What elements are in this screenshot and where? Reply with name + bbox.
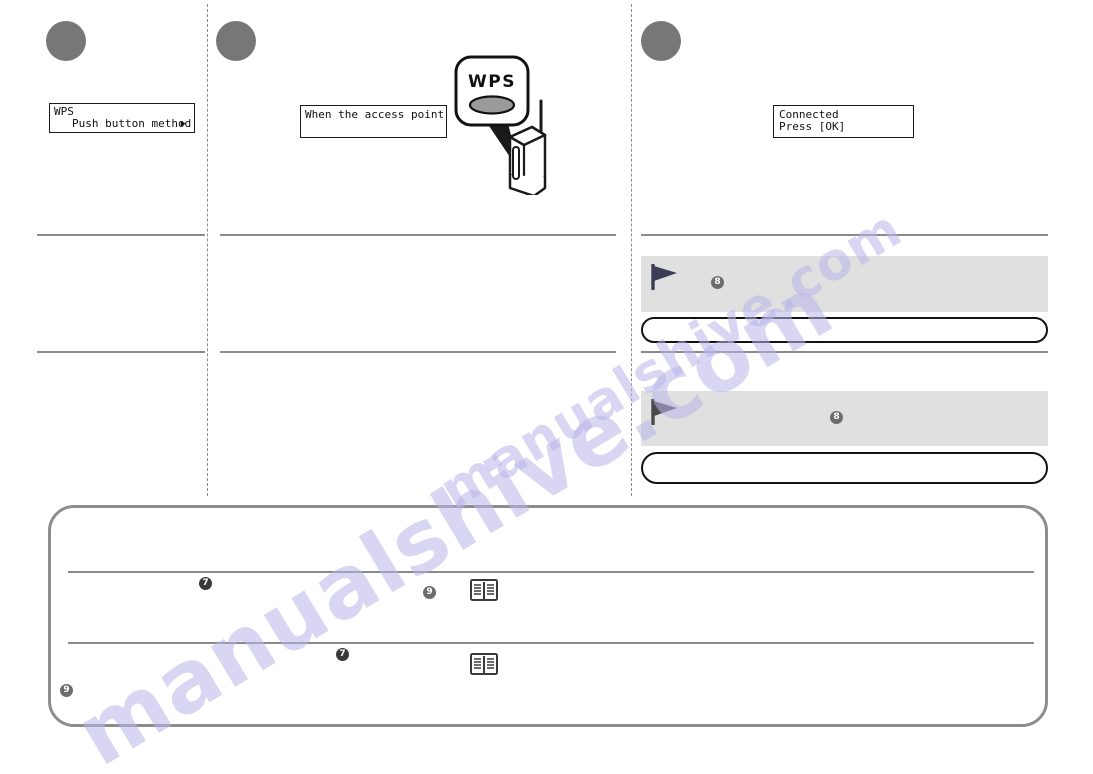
book-icon (470, 579, 498, 601)
lcd-access-point-line1: When the access point is r (305, 108, 446, 121)
lcd-access-point-note: When the access point is r (300, 105, 447, 138)
lcd-wps-menu-line2: Push button method (72, 117, 192, 131)
column-1-rule-bottom (37, 351, 205, 353)
note-bar-2: 8 (641, 391, 1048, 446)
manual-page: WPS Push button method ▶ When the access… (0, 0, 1093, 774)
lcd-connected: Connected Press [OK] (773, 105, 914, 138)
column-divider-1 (207, 4, 208, 496)
lcd-wps-menu-line2-row: Push button method ▶ (54, 118, 194, 130)
step-marker-circle-2 (216, 21, 256, 61)
pill-box-2 (641, 452, 1048, 484)
note-bar-1: 8 (641, 256, 1048, 312)
book-icon (470, 653, 498, 675)
reference-box-rule-2 (68, 642, 1034, 644)
flag-icon (651, 264, 677, 290)
pill-box-1 (641, 317, 1048, 343)
reference-box: 7 9 7 9 (48, 505, 1048, 727)
wps-router-illustration: WPS (450, 55, 550, 198)
reference-row-1-marker-9: 9 (423, 586, 436, 599)
reference-row-2-marker-7: 7 (336, 648, 349, 661)
lcd-wps-menu: WPS Push button method ▶ (49, 103, 195, 133)
reference-box-rule-1 (68, 571, 1034, 573)
column-3-rule-top (641, 234, 1048, 236)
step-marker-circle-1 (46, 21, 86, 61)
column-divider-2 (631, 4, 632, 496)
column-1-rule-top (37, 234, 205, 236)
flag-icon (651, 399, 677, 425)
column-3-rule-middle (641, 351, 1048, 353)
note-bar-1-marker: 8 (711, 276, 724, 289)
step-marker-circle-3 (641, 21, 681, 61)
wps-router-svg: WPS (454, 55, 547, 198)
reference-row-2-marker-9: 9 (60, 684, 73, 697)
note-bar-2-marker: 8 (830, 411, 843, 424)
column-2-rule-top (220, 234, 616, 236)
svg-text:WPS: WPS (468, 72, 516, 92)
reference-row-1-marker-7: 7 (199, 577, 212, 590)
lcd-connected-line2: Press [OK] (779, 120, 846, 134)
lcd-right-arrow-icon: ▶ (180, 119, 186, 130)
column-2-rule-bottom (220, 351, 616, 353)
